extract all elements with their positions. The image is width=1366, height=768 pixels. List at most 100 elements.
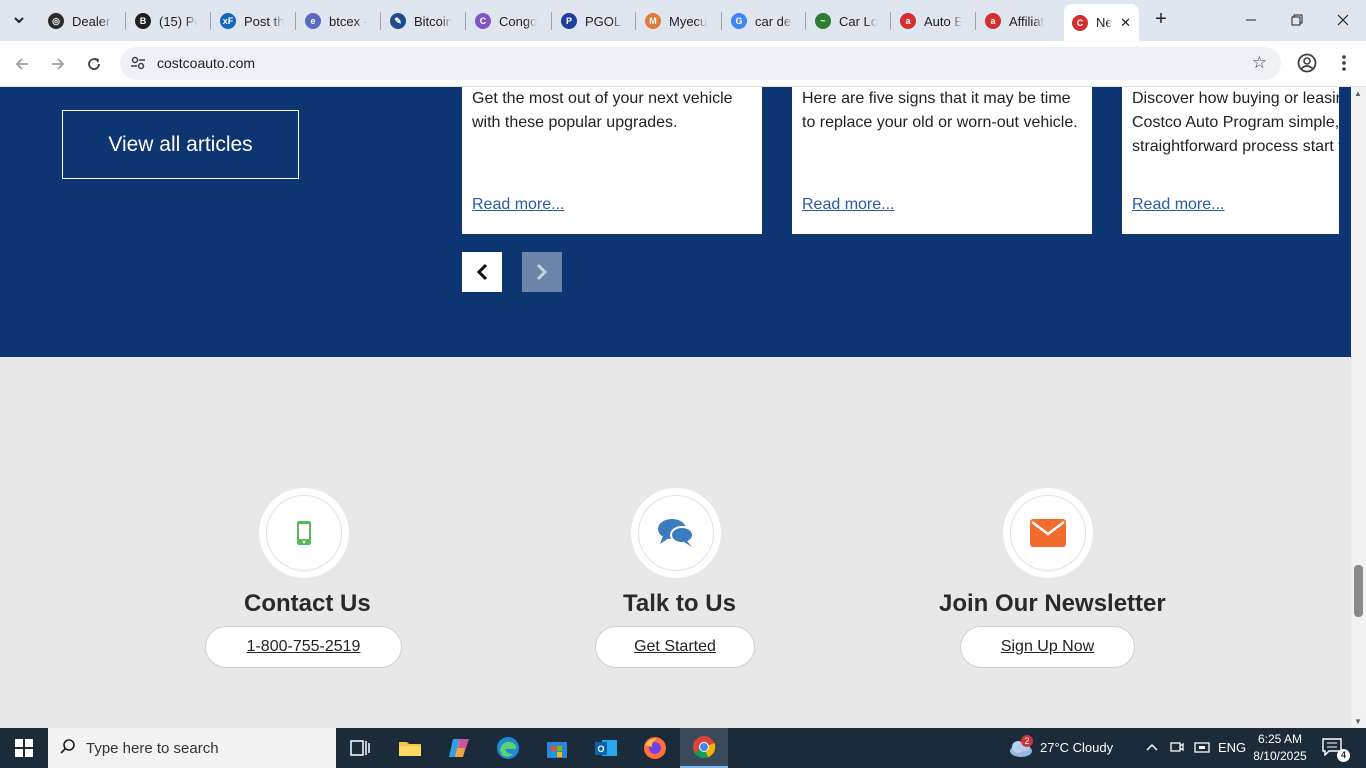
- read-more-link[interactable]: Read more...: [802, 196, 894, 214]
- firefox-icon: [644, 737, 666, 759]
- system-clock[interactable]: 6:25 AM 8/10/2025: [1245, 731, 1315, 765]
- tab-favicon-icon: e: [305, 13, 321, 29]
- read-more-link[interactable]: Read more...: [1132, 196, 1224, 214]
- folder-icon: [399, 742, 421, 756]
- carousel-next-button[interactable]: [522, 252, 562, 292]
- bookmark-star-icon[interactable]: ☆: [1252, 53, 1267, 73]
- firefox-button[interactable]: [631, 728, 679, 768]
- get-started-button[interactable]: Get Started: [595, 626, 755, 668]
- tab-search-button[interactable]: [6, 8, 32, 32]
- restore-button[interactable]: [1274, 0, 1320, 40]
- show-hidden-icons-icon[interactable]: [1146, 740, 1158, 755]
- tab-separator: [805, 12, 806, 30]
- svg-text:O: O: [597, 744, 604, 754]
- browser-tab[interactable]: ~ Car Lo: [815, 7, 877, 35]
- browser-tab[interactable]: a Auto E: [900, 7, 962, 35]
- tab-favicon-icon: C: [1072, 14, 1088, 31]
- talk-to-us-heading: Talk to Us: [623, 590, 736, 617]
- browser-tab[interactable]: ◎ DealerF: [48, 7, 112, 35]
- newsletter-heading: Join Our Newsletter: [939, 590, 1166, 617]
- envelope-icon: [1030, 519, 1066, 547]
- tab-title: Car Lo: [839, 13, 877, 29]
- page-viewport: View all articles Get the most out of yo…: [0, 87, 1351, 728]
- browser-tab[interactable]: Gcar dea: [731, 7, 793, 35]
- article-card: Here are five signs that it may be time …: [792, 87, 1092, 234]
- tab-favicon-icon: ✎: [390, 13, 406, 29]
- tab-close-icon[interactable]: ✕: [1120, 15, 1131, 31]
- file-explorer-button[interactable]: [386, 728, 434, 768]
- tab-favicon-icon: ◎: [48, 13, 64, 29]
- browser-tab[interactable]: M Myecu: [645, 7, 707, 35]
- browser-tab[interactable]: e btcex -: [305, 7, 367, 35]
- tab-title: Bitcoin: [414, 13, 452, 29]
- arrow-right-icon: [52, 58, 65, 70]
- taskbar-search-box[interactable]: Type here to search: [48, 728, 336, 768]
- menu-kebab-icon[interactable]: [1336, 53, 1352, 78]
- phone-number-button[interactable]: 1-800-755-2519: [205, 626, 402, 668]
- tab-separator: [635, 12, 636, 30]
- outlook-button[interactable]: O: [582, 728, 630, 768]
- read-more-link[interactable]: Read more...: [472, 196, 564, 214]
- browser-tab[interactable]: C Congo: [475, 7, 537, 35]
- article-summary: Get the most out of your next vehicle wi…: [472, 90, 733, 131]
- microsoft-store-button[interactable]: [533, 728, 581, 768]
- chevron-right-icon: [536, 263, 548, 281]
- scroll-up-arrow-icon[interactable]: ▲: [1354, 89, 1362, 98]
- scrollbar-thumb[interactable]: [1354, 565, 1363, 617]
- carousel-prev-button[interactable]: [462, 252, 502, 292]
- start-button[interactable]: [0, 728, 48, 768]
- weather-text[interactable]: 27°C Cloudy: [1040, 740, 1113, 755]
- close-icon: [1337, 14, 1349, 26]
- browser-tab[interactable]: a Affiliat: [985, 7, 1047, 35]
- scroll-down-arrow-icon[interactable]: ▼: [1354, 717, 1362, 726]
- profile-icon[interactable]: [1297, 53, 1317, 78]
- tab-separator: [125, 12, 126, 30]
- page-scrollbar[interactable]: ▲ ▼: [1351, 87, 1366, 728]
- tab-favicon-icon: G: [731, 13, 747, 29]
- browser-tab[interactable]: C Ne ✕: [1064, 4, 1139, 41]
- tab-title: btcex -: [329, 13, 367, 29]
- tab-title: Auto E: [924, 13, 962, 29]
- task-view-button[interactable]: [336, 728, 384, 768]
- network-icon[interactable]: [1194, 740, 1210, 757]
- chrome-icon: [693, 736, 716, 759]
- tab-separator: [380, 12, 381, 30]
- chrome-button[interactable]: [680, 728, 728, 768]
- edge-button[interactable]: [484, 728, 532, 768]
- browser-tab[interactable]: xF Post th: [220, 7, 284, 35]
- tab-separator: [975, 12, 976, 30]
- restore-icon: [1291, 14, 1303, 26]
- browser-tab[interactable]: ✎ Bitcoin: [390, 7, 452, 35]
- tab-strip: ◎ DealerF B (15) Po xF Post th e btcex - ✎ Bitcoi…: [0, 0, 1366, 41]
- forward-button[interactable]: [44, 50, 72, 78]
- store-icon: [547, 742, 567, 758]
- language-indicator[interactable]: ENG: [1218, 740, 1246, 755]
- meet-now-icon[interactable]: [1170, 740, 1184, 757]
- minimize-icon: [1246, 19, 1256, 21]
- back-button[interactable]: [8, 50, 36, 78]
- view-all-articles-button[interactable]: View all articles: [62, 110, 299, 179]
- chat-bubbles-icon: [658, 519, 694, 547]
- tab-favicon-icon: M: [645, 13, 661, 29]
- tab-separator: [551, 12, 552, 30]
- address-bar[interactable]: costcoauto.com ☆: [120, 47, 1281, 80]
- tab-separator: [295, 12, 296, 30]
- new-tab-button[interactable]: +: [1150, 8, 1172, 30]
- task-view-icon: [350, 740, 370, 756]
- search-placeholder: Type here to search: [86, 739, 219, 757]
- browser-tab[interactable]: B (15) Po: [135, 7, 197, 35]
- notification-count: 4: [1337, 749, 1350, 762]
- tab-title: PGOLD: [585, 13, 623, 29]
- article-card: Get the most out of your next vehicle wi…: [462, 87, 762, 234]
- url-text[interactable]: costcoauto.com: [157, 55, 255, 71]
- site-info-icon[interactable]: [130, 55, 146, 74]
- tab-title: Myecu: [669, 13, 707, 29]
- close-window-button[interactable]: [1320, 0, 1366, 40]
- contact-us-heading: Contact Us: [244, 590, 371, 617]
- minimize-button[interactable]: [1228, 0, 1274, 40]
- reload-button[interactable]: [80, 50, 108, 78]
- sign-up-button[interactable]: Sign Up Now: [960, 626, 1135, 668]
- copilot-button[interactable]: [435, 728, 483, 768]
- articles-section: View all articles Get the most out of yo…: [0, 87, 1351, 357]
- browser-tab[interactable]: P PGOLD: [561, 7, 623, 35]
